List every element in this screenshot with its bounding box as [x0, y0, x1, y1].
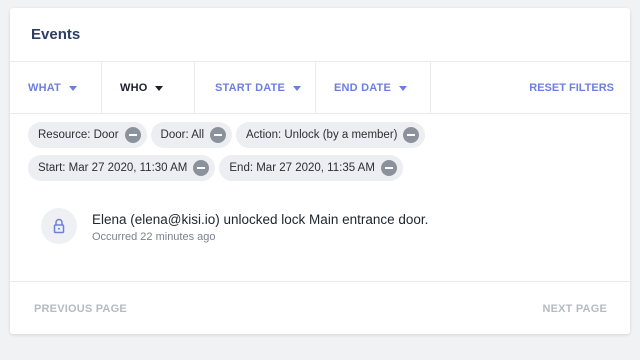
previous-page-button[interactable]: PREVIOUS PAGE: [34, 303, 127, 315]
remove-filter-icon[interactable]: [193, 160, 210, 176]
filter-tab-start-date[interactable]: START DATE: [195, 62, 316, 113]
filter-bar-spacer: [431, 62, 529, 113]
chip-row: Start: Mar 27 2020, 11:30 AM End: Mar 27…: [28, 155, 618, 181]
active-filter-chips: Resource: Door Door: All Action: Unlock …: [28, 122, 618, 188]
filter-tab-end-date[interactable]: END DATE: [316, 62, 431, 113]
chevron-down-icon: [68, 86, 77, 91]
remove-filter-icon[interactable]: [124, 127, 141, 143]
reset-filters-button[interactable]: RESET FILTERS: [529, 62, 630, 113]
filter-chip-action: Action: Unlock (by a member): [236, 122, 426, 148]
filter-chip-door: Door: All: [150, 122, 233, 148]
remove-filter-icon[interactable]: [403, 127, 420, 143]
events-card: Events WHAT WHO START DATE END DATE RESE…: [10, 8, 630, 334]
filter-chip-label: Start: Mar 27 2020, 11:30 AM: [38, 162, 188, 174]
chevron-down-icon: [293, 86, 302, 91]
chevron-down-icon: [155, 86, 164, 91]
filter-tab-end-date-label: END DATE: [334, 81, 392, 94]
filter-bar: WHAT WHO START DATE END DATE RESET FILTE…: [10, 61, 630, 114]
pagination-bar: PREVIOUS PAGE NEXT PAGE: [10, 281, 630, 334]
remove-filter-icon[interactable]: [380, 160, 397, 176]
next-page-button[interactable]: NEXT PAGE: [542, 303, 607, 315]
filter-chip-resource: Resource: Door: [28, 122, 147, 148]
filter-chip-start: Start: Mar 27 2020, 11:30 AM: [28, 155, 216, 181]
filter-chip-label: Action: Unlock (by a member): [246, 129, 398, 141]
filter-tab-who[interactable]: WHO: [102, 62, 195, 113]
chevron-down-icon: [399, 86, 408, 91]
filter-chip-end: End: Mar 27 2020, 11:35 AM: [219, 155, 403, 181]
lock-icon: [41, 208, 77, 244]
event-item: Elena (elena@kisi.io) unlocked lock Main…: [41, 208, 601, 248]
event-message: Elena (elena@kisi.io) unlocked lock Main…: [92, 212, 429, 227]
filter-tab-what[interactable]: WHAT: [10, 62, 102, 113]
card-title: Events: [31, 26, 81, 43]
remove-filter-icon[interactable]: [210, 127, 227, 143]
event-timestamp: Occurred 22 minutes ago: [92, 231, 216, 243]
chip-row: Resource: Door Door: All Action: Unlock …: [28, 122, 618, 148]
filter-chip-label: Resource: Door: [38, 129, 119, 141]
filter-tab-what-label: WHAT: [28, 81, 61, 94]
filter-tab-start-date-label: START DATE: [215, 81, 286, 94]
filter-chip-label: End: Mar 27 2020, 11:35 AM: [229, 162, 375, 174]
filter-tab-who-label: WHO: [120, 81, 148, 94]
filter-chip-label: Door: All: [160, 129, 205, 141]
